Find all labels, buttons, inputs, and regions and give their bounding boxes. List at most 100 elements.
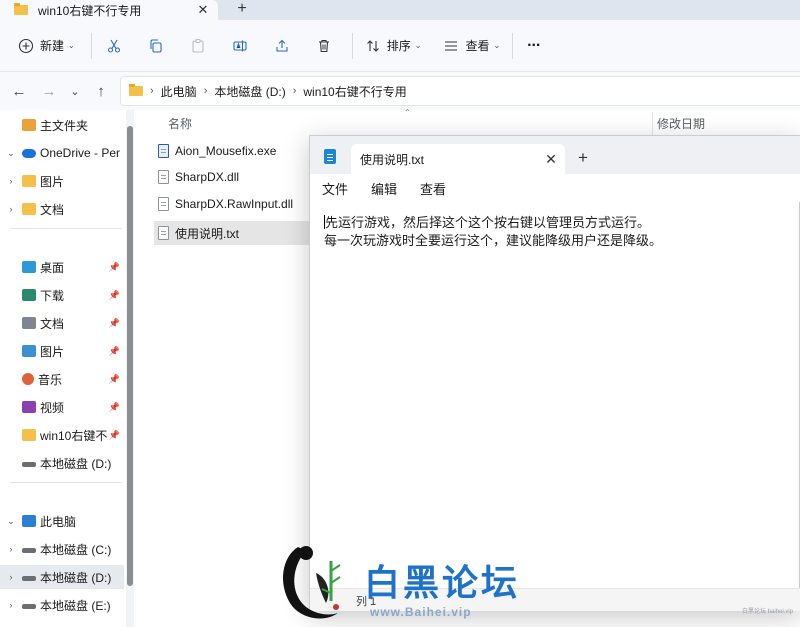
file-icon: [158, 170, 169, 184]
expand-chevron-icon[interactable]: ›: [0, 600, 22, 610]
sidebar-item-label: 下载: [40, 288, 65, 303]
sidebar-item[interactable]: 文档 📌: [0, 311, 124, 335]
text-line: 先运行游戏，然后择这个这个按右键以管理员方式运行。: [324, 214, 794, 232]
sort-button[interactable]: 排序 ⌄: [365, 30, 422, 62]
view-button[interactable]: 查看 ⌄: [443, 30, 500, 62]
notepad-new-tab-button[interactable]: +: [578, 148, 588, 168]
sidebar-item-label: 本地磁盘 (D:): [40, 456, 112, 471]
pin-icon: 📌: [108, 429, 120, 440]
file-name: SharpDX.dll: [175, 170, 240, 184]
file-row[interactable]: SharpDX.dll: [154, 165, 314, 189]
sort-icon: [366, 39, 379, 52]
cut-button[interactable]: [106, 30, 122, 62]
recent-locations-button[interactable]: ⌄: [64, 85, 86, 98]
corner-watermark: 白黑论坛 baihei.vip: [742, 609, 794, 615]
explorer-tab[interactable]: win10右键不行专用 ✕: [0, 0, 218, 20]
sidebar-item-label: 文档: [40, 316, 65, 331]
column-header-modified[interactable]: 修改日期: [657, 115, 705, 132]
menu-file[interactable]: 文件: [322, 179, 348, 198]
back-button[interactable]: ←: [4, 83, 34, 100]
breadcrumb-this-pc[interactable]: 此电脑: [161, 83, 197, 100]
sidebar-item[interactable]: 桌面 📌: [0, 255, 124, 279]
explorer-tab-title: win10右键不行专用: [38, 3, 142, 18]
new-tab-button[interactable]: +: [232, 0, 252, 20]
notepad-text-area[interactable]: 先运行游戏，然后择这个这个按右键以管理员方式运行。 每一次玩游戏时全要运行这个，…: [324, 214, 794, 250]
share-button[interactable]: [274, 30, 290, 62]
expand-chevron-icon[interactable]: ›: [0, 572, 22, 582]
paste-button[interactable]: [190, 30, 206, 62]
column-header-name[interactable]: 名称: [168, 115, 192, 132]
breadcrumb-drive-d[interactable]: 本地磁盘 (D:): [214, 83, 285, 100]
navigation-scrollbar-thumb[interactable]: [127, 126, 133, 586]
sidebar-item[interactable]: 下载 📌: [0, 283, 124, 307]
command-bar: 新建 ⌄ 排序 ⌄ 查看 ⌄ ···: [0, 20, 800, 72]
sidebar-item[interactable]: 图片 📌: [0, 339, 124, 363]
delete-button[interactable]: [316, 30, 332, 62]
chevron-right-icon: ›: [150, 85, 154, 97]
expand-chevron-icon[interactable]: ⌄: [0, 516, 22, 527]
menu-edit[interactable]: 编辑: [371, 179, 397, 198]
folder-icon: [22, 175, 36, 187]
notepad-tab-title: 使用说明.txt: [360, 152, 425, 167]
sidebar-item-label: OneDrive - Per: [40, 146, 121, 160]
rename-icon: [233, 40, 247, 51]
sidebar-item-label: 本地磁盘 (E:): [40, 598, 111, 613]
close-tab-icon[interactable]: ✕: [194, 2, 212, 18]
sidebar-item-label: 图片: [40, 174, 65, 189]
forward-button[interactable]: →: [34, 83, 64, 100]
file-name: Aion_Mousefix.exe: [175, 144, 277, 158]
expand-chevron-icon[interactable]: ›: [0, 204, 22, 214]
watermark-text: 白黑论坛: [364, 563, 521, 604]
chevron-down-icon: ⌄: [493, 41, 501, 50]
file-row[interactable]: Aion_Mousefix.exe: [154, 139, 314, 163]
rename-button[interactable]: [232, 30, 248, 62]
sidebar-item[interactable]: › 本地磁盘 (D:): [0, 565, 124, 589]
drive-icon: [22, 575, 36, 581]
sidebar-item[interactable]: 本地磁盘 (D:): [0, 451, 124, 475]
pin-icon: 📌: [108, 401, 120, 412]
chevron-right-icon: ›: [203, 85, 208, 97]
sidebar-item[interactable]: › 本地磁盘 (C:): [0, 537, 124, 561]
sidebar-item[interactable]: win10右键不 📌: [0, 423, 124, 447]
toolbar-divider: [512, 32, 514, 59]
expand-chevron-icon[interactable]: ⌄: [0, 148, 22, 159]
pictures-icon: [22, 345, 36, 357]
more-options-button[interactable]: ···: [527, 30, 541, 62]
pin-icon: 📌: [108, 317, 120, 328]
breadcrumb-current-folder[interactable]: win10右键不行专用: [303, 83, 406, 100]
toolbar-divider: [351, 32, 353, 59]
sidebar-item[interactable]: 视频 📌: [0, 395, 124, 419]
sidebar-item[interactable]: › 本地磁盘 (E:): [0, 593, 124, 617]
sidebar-item[interactable]: › 文档: [0, 197, 124, 221]
sidebar-item[interactable]: › 图片: [0, 169, 124, 193]
download-icon: [22, 289, 36, 301]
view-icon: [445, 40, 458, 51]
sidebar-item[interactable]: ⌄ OneDrive - Per: [0, 141, 124, 165]
expand-chevron-icon[interactable]: ›: [0, 544, 22, 554]
folder-icon: [129, 84, 143, 96]
file-row[interactable]: SharpDX.RawInput.dll: [154, 192, 314, 216]
expand-chevron-icon[interactable]: ›: [0, 176, 22, 186]
chevron-down-icon: ⌄: [414, 41, 422, 50]
copy-button[interactable]: [148, 30, 164, 62]
new-button[interactable]: 新建 ⌄: [18, 30, 75, 62]
column-divider[interactable]: [652, 112, 653, 136]
close-tab-icon[interactable]: ✕: [537, 151, 565, 168]
cloud-icon: [22, 148, 36, 158]
file-row[interactable]: 使用说明.txt: [154, 221, 314, 245]
new-button-label: 新建: [40, 39, 65, 53]
up-button[interactable]: ↑: [86, 83, 116, 100]
sidebar-item[interactable]: ⌄ 此电脑: [0, 509, 124, 533]
sidebar-item[interactable]: 主文件夹: [0, 113, 124, 137]
sidebar-item-label: 此电脑: [40, 514, 77, 529]
navigation-pane: 主文件夹 ⌄ OneDrive - Per › 图片 › 文档 桌面 📌 下载 📌 文档 📌 图片 📌 音乐 📌…: [0, 110, 136, 627]
application-file-icon: [158, 144, 169, 158]
folder-icon: [22, 203, 36, 215]
sidebar-item-label: 本地磁盘 (C:): [40, 542, 112, 557]
notepad-tab[interactable]: 使用说明.txt ✕: [351, 144, 565, 174]
chevron-down-icon: ⌄: [68, 41, 75, 50]
pin-icon: 📌: [108, 373, 120, 384]
menu-view[interactable]: 查看: [420, 179, 446, 198]
sidebar-item[interactable]: 音乐 📌: [0, 367, 124, 391]
address-field[interactable]: › 此电脑 › 本地磁盘 (D:) › win10右键不行专用: [120, 76, 800, 106]
